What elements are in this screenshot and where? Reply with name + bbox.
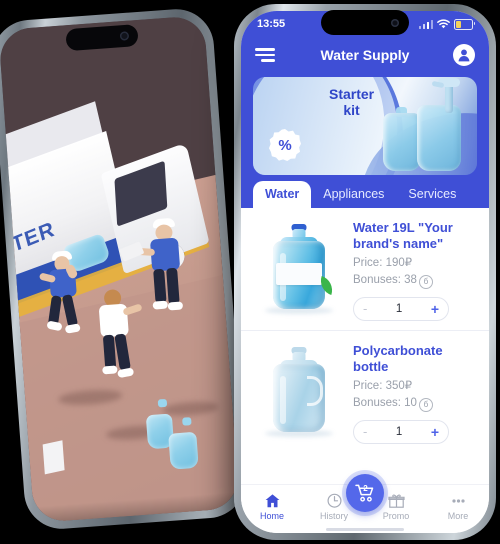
quantity-value: 1 — [395, 302, 403, 315]
decrement-button[interactable]: - — [363, 302, 367, 315]
ellipsis-icon — [451, 499, 465, 503]
person-torso — [149, 237, 181, 272]
product-price: Price: 190₽ — [353, 257, 413, 270]
illustration-scene: WATER — [0, 15, 240, 523]
product-shadow — [265, 307, 333, 314]
promo-banner-wrapper: Starter kit % — [241, 73, 489, 175]
product-bonuses: Bonuses: 38 б — [353, 272, 477, 289]
bonuses-text: Bonuses: 38 — [353, 273, 417, 286]
person-arm — [122, 303, 143, 316]
water-bottles-with-pump-icon — [377, 78, 469, 175]
promo-banner[interactable]: Starter kit % — [253, 77, 477, 175]
increment-button[interactable]: + — [431, 425, 439, 439]
banner-title: Starter kit — [328, 86, 375, 118]
blue-water-jug-icon — [253, 218, 345, 322]
front-camera-icon — [391, 18, 399, 27]
hamburger-menu-icon[interactable] — [255, 48, 275, 62]
ground-bottle-icon — [168, 431, 199, 470]
clock-icon — [326, 493, 342, 508]
quantity-stepper[interactable]: - 1 + — [353, 419, 449, 444]
jug-graphic — [273, 347, 325, 432]
banner-title-line1: Starter — [328, 86, 375, 102]
status-indicators — [418, 18, 476, 30]
bonus-coin-icon: б — [418, 397, 433, 412]
nav-label-promo: Promo — [382, 511, 410, 521]
left-phone-mockup: WATER — [0, 6, 249, 532]
person-shoe — [46, 320, 63, 332]
product-info: Water 19L "Your brand's name" Price: 190… — [353, 218, 477, 322]
discount-percent-badge-icon: % — [269, 129, 301, 161]
person-leg — [114, 333, 132, 371]
quantity-stepper[interactable]: - 1 + — [353, 296, 449, 321]
tab-water[interactable]: Water — [253, 181, 312, 208]
screenshot-stage: WATER 13:55 Water Supply Starter kit % W… — [0, 0, 500, 544]
person-leg — [165, 267, 180, 305]
person-shoe — [152, 300, 168, 310]
jug-highlight — [280, 376, 286, 424]
left-phone-screen: WATER — [0, 15, 240, 523]
home-icon — [265, 494, 279, 508]
bonuses-text: Bonuses: 10 — [353, 396, 417, 409]
product-price: Price: 350₽ — [353, 380, 413, 393]
person-shoe — [117, 367, 135, 378]
nav-label-more: More — [447, 511, 469, 521]
banner-bottle — [417, 105, 461, 171]
user-avatar-icon[interactable] — [453, 44, 475, 66]
empty-polycarbonate-bottle-icon — [253, 341, 345, 445]
ground-bottle-neck — [181, 417, 192, 426]
app-header: Water Supply — [241, 37, 489, 73]
tab-appliances[interactable]: Appliances — [311, 181, 396, 208]
right-phone-mockup: 13:55 Water Supply Starter kit % Water A… — [234, 4, 496, 540]
wifi-icon — [437, 19, 450, 29]
battery-low-icon — [454, 18, 476, 30]
person-shoe — [102, 365, 118, 375]
product-title: Water 19L "Your brand's name" — [353, 220, 453, 251]
decrement-button[interactable]: - — [363, 425, 367, 438]
nav-label-home: Home — [259, 511, 284, 521]
category-tabs: Water Appliances Services — [241, 175, 489, 208]
increment-button[interactable]: + — [431, 302, 439, 316]
right-dynamic-island — [321, 10, 409, 35]
page-title: Water Supply — [320, 47, 410, 63]
bonus-coin-icon: б — [418, 274, 433, 289]
person-leg — [152, 268, 167, 304]
ground-bottle-neck — [157, 399, 168, 408]
person-courier — [118, 213, 214, 333]
front-camera-icon — [119, 31, 130, 41]
quantity-value: 1 — [395, 425, 403, 438]
nav-item-more[interactable]: More — [435, 493, 481, 521]
product-list: Water 19L "Your brand's name" Price: 190… — [241, 208, 489, 484]
jug-label — [276, 263, 322, 285]
product-card[interactable]: Water 19L "Your brand's name" Price: 190… — [241, 208, 489, 330]
person-shoe — [64, 323, 81, 335]
discount-symbol: % — [278, 136, 292, 154]
home-indicator — [326, 528, 404, 531]
gift-icon — [387, 494, 405, 508]
person-shoe — [167, 301, 183, 311]
tab-services[interactable]: Services — [396, 181, 468, 208]
nav-item-home[interactable]: Home — [249, 493, 295, 521]
bottom-navigation: Home History 2 Promo More — [241, 474, 489, 533]
product-info: Polycarbonate bottle Price: 350₽ Bonuses… — [353, 341, 477, 445]
status-time: 13:55 — [257, 18, 286, 30]
jug-graphic — [273, 224, 336, 309]
nav-label-history: History — [319, 511, 348, 521]
banner-title-line2: kit — [343, 101, 360, 118]
product-card[interactable]: Polycarbonate bottle Price: 350₽ Bonuses… — [241, 330, 489, 453]
person-leg — [61, 294, 79, 328]
cart-fab-button[interactable]: 2 — [346, 474, 384, 512]
product-title: Polycarbonate bottle — [353, 343, 443, 374]
street-post — [43, 440, 65, 475]
banner-bottle — [383, 113, 421, 171]
cellular-bars-icon — [418, 19, 433, 29]
app-screen: 13:55 Water Supply Starter kit % Water A… — [241, 11, 489, 533]
product-shadow — [265, 430, 333, 437]
product-bonuses: Bonuses: 10 б — [353, 395, 477, 412]
water-pump-icon — [438, 78, 460, 113]
cart-badge-count: 2 — [363, 484, 368, 493]
